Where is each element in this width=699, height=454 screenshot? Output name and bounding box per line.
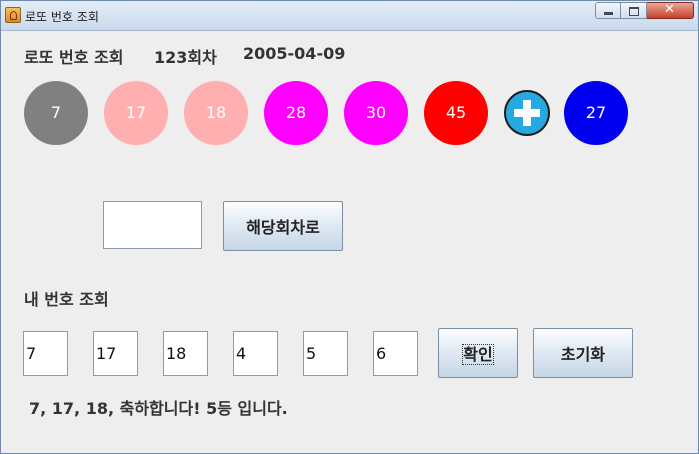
title-bar[interactable]: 로또 번호 조회 ✕ (1, 1, 698, 31)
ball-number: 28 (285, 103, 307, 122)
java-app-icon (5, 7, 21, 23)
maximize-button[interactable] (621, 2, 647, 19)
my-number-input-2[interactable] (93, 331, 138, 376)
my-number-input-3[interactable] (163, 331, 208, 376)
bonus-ball-number: 27 (585, 103, 607, 122)
confirm-button[interactable]: 확인 (438, 328, 518, 378)
my-number-input-1[interactable] (23, 331, 68, 376)
reset-button[interactable]: 초기화 (533, 328, 633, 378)
window-controls: ✕ (595, 2, 694, 20)
winning-ball-2: 17 (104, 81, 168, 145)
go-to-round-button[interactable]: 해당회차로 (223, 201, 343, 251)
minimize-button[interactable] (595, 2, 621, 19)
winning-ball-5: 30 (344, 81, 408, 145)
maximize-icon (629, 7, 639, 16)
winning-ball-1: 7 (24, 81, 88, 145)
my-number-input-6[interactable] (373, 331, 418, 376)
close-icon: ✕ (664, 2, 675, 17)
go-to-round-label: 해당회차로 (246, 218, 320, 237)
ball-number: 45 (445, 103, 467, 122)
my-number-input-4[interactable] (233, 331, 278, 376)
winning-ball-3: 18 (184, 81, 248, 145)
draw-date: 2005-04-09 (243, 44, 346, 63)
minimize-icon (604, 12, 613, 15)
ball-number: 30 (365, 103, 387, 122)
round-number-input[interactable] (103, 201, 202, 249)
close-button[interactable]: ✕ (647, 2, 694, 19)
app-window: 로또 번호 조회 ✕ 로또 번호 조회 123회차 2005-04-09 7 1… (0, 0, 699, 454)
result-message: 7, 17, 18, 축하합니다! 5등 입니다. (29, 399, 288, 418)
ball-number: 7 (50, 103, 62, 122)
bonus-ball: 27 (564, 81, 628, 145)
reset-label: 초기화 (560, 345, 606, 364)
my-numbers-title: 내 번호 조회 (24, 290, 109, 309)
winning-ball-6: 45 (424, 81, 488, 145)
confirm-label: 확인 (462, 344, 494, 365)
ball-number: 17 (125, 103, 147, 122)
plus-icon (504, 90, 550, 136)
round-label: 123회차 (154, 48, 217, 67)
page-title: 로또 번호 조회 (24, 48, 124, 67)
ball-number: 18 (205, 103, 227, 122)
window-title: 로또 번호 조회 (25, 10, 99, 24)
my-number-input-5[interactable] (303, 331, 348, 376)
winning-ball-4: 28 (264, 81, 328, 145)
